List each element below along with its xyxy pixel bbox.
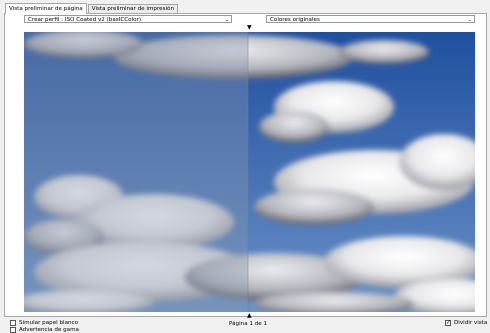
split-view-label: Dividir vista [454, 320, 488, 326]
simulate-paper-checkbox[interactable]: Simular papel blanco [10, 320, 78, 326]
colors-select-value: Colores originales [270, 17, 320, 23]
tab-page-preview[interactable]: Vista preliminar de página [5, 3, 87, 14]
triangle-down-icon[interactable]: ▼ [247, 25, 252, 31]
page-indicator: Página 1 de 1 [229, 321, 268, 327]
footer: Simular papel blanco Advertencia de gama… [0, 319, 490, 333]
checkbox-box-checked[interactable] [445, 319, 451, 326]
gamut-warning-label: Advertencia de gama [19, 327, 79, 333]
soft-proof-half [24, 32, 248, 312]
triangle-up-icon[interactable]: ▲ [247, 313, 252, 319]
checkbox-box[interactable] [10, 327, 16, 333]
preview-image [24, 32, 475, 312]
chevron-down-icon: ⌄ [224, 17, 229, 23]
chevron-down-icon: ⌄ [467, 17, 472, 23]
checkbox-box[interactable] [10, 320, 16, 326]
gamut-warning-checkbox[interactable]: Advertencia de gama [10, 327, 79, 333]
sky-clouds-image [24, 32, 475, 312]
profile-select-value: Crear perfil : ISO Coated v2 (basICColor… [28, 17, 142, 23]
profile-select[interactable]: Crear perfil : ISO Coated v2 (basICColor… [24, 15, 232, 23]
simulate-paper-label: Simular papel blanco [19, 320, 79, 326]
split-view-checkbox[interactable]: Dividir vista [445, 319, 488, 326]
colors-select[interactable]: Colores originales ⌄ [266, 15, 475, 23]
